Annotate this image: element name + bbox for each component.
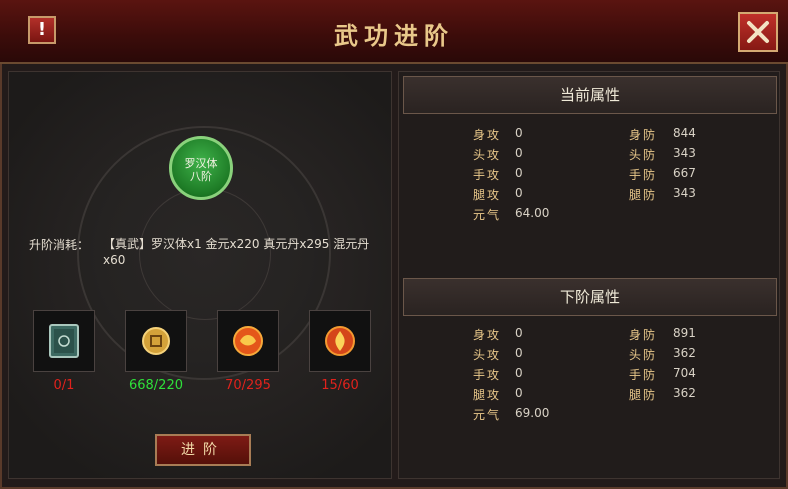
attr-value: 0 [515,386,523,400]
material-count-gold: 668/220 [128,378,183,393]
advance-button[interactable]: 进阶 [155,434,251,466]
skill-node-label: 罗汉体 八阶 [172,157,230,183]
material-slot-pill[interactable] [217,310,279,372]
material-count-orb: 15/60 [321,378,359,393]
attr-label: 腿防 [629,188,658,202]
attr-value: 69.00 [515,406,550,420]
skill-name: 罗汉体 [184,157,218,170]
attr-value: 891 [673,326,696,340]
attr-value: 0 [515,126,523,140]
attr-label: 手攻 [473,168,502,182]
attr-value: 667 [673,166,696,180]
attr-label: 头防 [629,148,658,162]
flame-orb-icon [325,326,355,356]
attr-value: 0 [515,326,523,340]
attr-value: 0 [515,366,523,380]
skill-rank: 八阶 [190,170,212,183]
attr-label: 头攻 [473,148,502,162]
material-slot-book[interactable] [33,310,95,372]
attr-value: 64.00 [515,206,550,220]
attr-value: 0 [515,166,523,180]
attr-label: 身防 [629,128,658,142]
attr-label: 身防 [629,328,658,342]
attr-label: 腿攻 [473,388,502,402]
attr-value: 704 [673,366,696,380]
skill-node[interactable]: 罗汉体 八阶 [169,136,233,200]
close-icon [747,21,769,43]
material-count-pill: 70/295 [225,378,271,393]
attr-label: 手防 [629,168,658,182]
attr-label: 元气 [473,408,502,422]
attr-label: 手防 [629,368,658,382]
attr-label: 头防 [629,348,658,362]
material-slot-gold[interactable] [125,310,187,372]
attr-value: 0 [515,186,523,200]
title-bar: ! 武功进阶 [0,0,788,64]
material-count-book: 0/1 [53,378,75,393]
book-icon [49,324,79,358]
next-attrs-header: 下阶属性 [403,278,777,316]
material-slot-orb[interactable] [309,310,371,372]
attributes-panel: 当前属性 身攻 0 身防 844 头攻 0 头防 343 手攻 0 手防 667… [398,71,780,479]
attr-value: 343 [673,146,696,160]
cost-label: 升阶消耗： [29,238,90,252]
current-attrs-header: 当前属性 [403,76,777,114]
close-button[interactable] [738,12,778,52]
attr-label: 腿攻 [473,188,502,202]
window-title: 武功进阶 [334,21,454,50]
attr-value: 343 [673,186,696,200]
attr-label: 身攻 [473,328,502,342]
attr-label: 身攻 [473,128,502,142]
attr-value: 362 [673,346,696,360]
attr-value: 0 [515,146,523,160]
attr-value: 0 [515,346,523,360]
attr-label: 腿防 [629,388,658,402]
cost-value: 【真武】罗汉体x1 金元x220 真元丹x295 混元丹x60 [103,237,370,267]
attr-label: 元气 [473,208,502,222]
advance-panel: 罗汉体 八阶 升阶消耗： 【真武】罗汉体x1 金元x220 真元丹x295 混元… [8,71,392,479]
fire-pill-icon [233,326,263,356]
attr-label: 手攻 [473,368,502,382]
attr-value: 844 [673,126,696,140]
gold-coin-icon [142,327,170,355]
attr-label: 头攻 [473,348,502,362]
attr-value: 362 [673,386,696,400]
